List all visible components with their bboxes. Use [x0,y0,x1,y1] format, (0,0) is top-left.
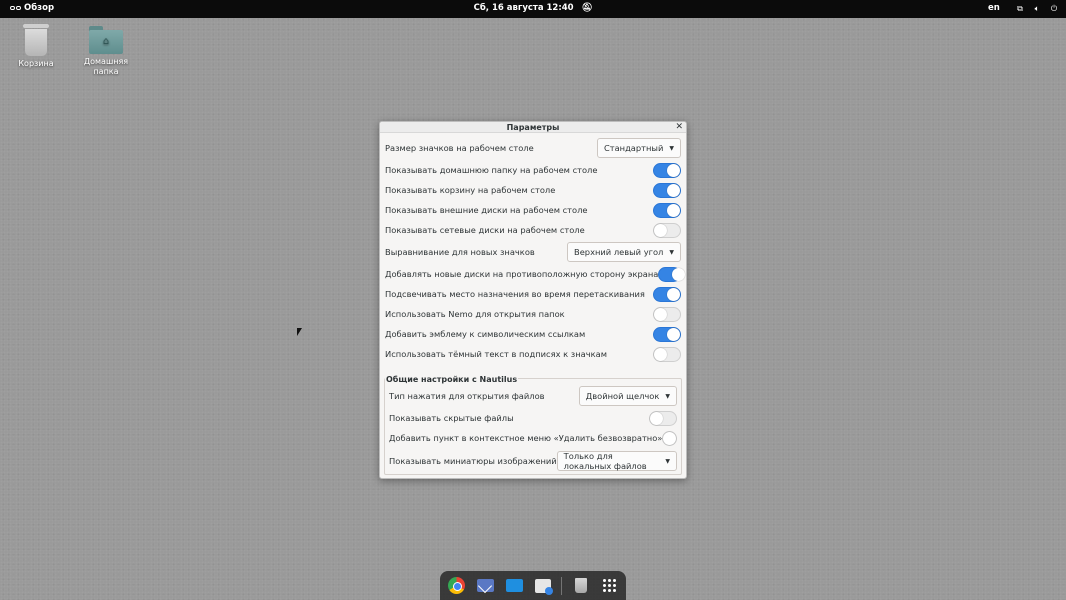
clock-label: Сб, 16 августа 12:40 [473,3,574,13]
thumbnails-dropdown[interactable]: Только для локальных файлов ▼ [556,451,677,471]
desktop-home-label: Домашняя папка [83,57,129,76]
mouse-pointer [297,328,302,336]
alignment-label: Выравнивание для новых значков [385,247,535,257]
nautilus-settings-frame: Тип нажатия для открытия файлов Двойной … [384,378,682,475]
show-hidden-row: Показывать скрытые файлы [389,408,677,428]
preferences-dialog: Параметры ✕ Размер значков на рабочем ст… [379,121,687,479]
desktop-trash[interactable]: Корзина [6,24,66,69]
close-icon[interactable]: ✕ [675,122,683,133]
thumbnails-label: Показывать миниатюры изображений [389,456,557,466]
dark-text-row: Использовать тёмный текст в подписях к з… [385,344,681,364]
software-icon [534,578,553,595]
language-indicator[interactable]: en [988,3,1000,13]
nautilus-section-title: Общие настройки с Nautilus [385,375,519,384]
alignment-row: Выравнивание для новых значков Верхний л… [385,242,681,262]
desktop-home-folder[interactable]: ⌂ Домашняя папка [76,26,136,77]
desktop-trash-label: Корзина [18,59,54,68]
show-network-row: Показывать сетевые диски на рабочем стол… [385,220,681,240]
show-network-toggle[interactable] [653,222,681,238]
click-type-dropdown[interactable]: Двойной щелчок ▼ [578,386,677,406]
chevron-down-icon: ▼ [665,457,670,465]
show-external-row: Показывать внешние диски на рабочем стол… [385,200,681,220]
chevron-down-icon: ▼ [665,392,670,400]
thumbnails-value: Только для локальных файлов [563,451,647,471]
system-tray[interactable]: ⧉ 🔈︎ ⏻ [1015,3,1059,14]
chevron-down-icon: ▼ [669,248,674,256]
show-external-toggle[interactable] [653,202,681,218]
volume-icon: 🔈︎ [1034,3,1040,13]
show-trash-label: Показывать корзину на рабочем столе [385,185,556,195]
chrome-icon [447,577,465,594]
dock-app-trash[interactable] [570,575,591,596]
alignment-value: Верхний левый угол [574,247,664,257]
dark-text-label: Использовать тёмный текст в подписях к з… [385,349,607,359]
show-hidden-toggle[interactable] [649,410,677,426]
show-hidden-label: Показывать скрытые файлы [389,413,514,423]
dark-text-toggle[interactable] [653,346,681,362]
icon-size-dropdown[interactable]: Стандартный ▼ [596,138,681,158]
use-nemo-toggle[interactable] [653,306,681,322]
show-trash-row: Показывать корзину на рабочем столе [385,180,681,200]
dock-app-chrome[interactable] [446,575,467,596]
dock-app-mail[interactable] [475,575,496,596]
add-opposite-row: Добавлять новые диски на противоположную… [385,264,686,284]
click-type-value: Двойной щелчок [585,391,660,401]
click-type-label: Тип нажатия для открытия файлов [389,391,545,401]
delete-permanently-toggle[interactable] [662,430,677,446]
network-icon: ⧉ [1017,3,1023,13]
show-home-row: Показывать домашнюю папку на рабочем сто… [385,160,681,180]
trash-icon [574,578,587,593]
dash-dock [440,571,626,600]
app-grid-icon [603,579,617,592]
delete-permanently-label: Добавить пункт в контекстное меню «Удали… [389,433,663,443]
alignment-dropdown[interactable]: Верхний левый угол ▼ [567,242,681,262]
dialog-titlebar[interactable]: Параметры ✕ [380,122,686,133]
symlink-emblem-label: Добавить эмблему к символическим ссылкам [385,329,586,339]
chevron-down-icon: ▼ [669,144,674,152]
files-icon [505,579,523,592]
dock-separator [561,576,563,595]
use-nemo-label: Использовать Nemo для открытия папок [385,309,565,319]
dock-app-files[interactable] [504,575,525,596]
add-opposite-toggle[interactable] [658,266,686,282]
home-folder-icon: ⌂ [89,26,123,54]
symlink-emblem-toggle[interactable] [653,326,681,342]
clock[interactable]: Сб, 16 августа 12:40 🔕︎ [0,3,1066,13]
thumbnails-row: Показывать миниатюры изображений Только … [389,451,677,471]
dialog-title: Параметры [506,123,560,132]
highlight-drop-label: Подсвечивать место назначения во время п… [385,289,645,299]
show-external-label: Показывать внешние диски на рабочем стол… [385,205,588,215]
delete-permanently-row: Добавить пункт в контекстное меню «Удали… [389,428,677,448]
use-nemo-row: Использовать Nemo для открытия папок [385,304,681,324]
symlink-emblem-row: Добавить эмблему к символическим ссылкам [385,324,681,344]
add-opposite-label: Добавлять новые диски на противоположную… [385,269,659,279]
highlight-drop-row: Подсвечивать место назначения во время п… [385,284,681,304]
icon-size-row: Размер значков на рабочем столе Стандарт… [385,138,681,158]
show-apps-button[interactable] [599,575,620,596]
top-bar: Обзор Сб, 16 августа 12:40 🔕︎ en ⧉ 🔈︎ ⏻ [0,0,1066,18]
dock-app-software[interactable] [532,575,553,596]
show-home-label: Показывать домашнюю папку на рабочем сто… [385,165,598,175]
click-type-row: Тип нажатия для открытия файлов Двойной … [389,386,677,406]
mail-icon [476,579,494,592]
highlight-drop-toggle[interactable] [653,286,681,302]
icon-size-label: Размер значков на рабочем столе [385,143,534,153]
notifications-muted-icon: 🔕︎ [581,3,593,13]
icon-size-value: Стандартный [603,143,664,153]
show-trash-toggle[interactable] [653,182,681,198]
show-network-label: Показывать сетевые диски на рабочем стол… [385,225,585,235]
trash-icon [23,24,49,56]
power-icon: ⏻ [1050,3,1058,13]
show-home-toggle[interactable] [653,162,681,178]
